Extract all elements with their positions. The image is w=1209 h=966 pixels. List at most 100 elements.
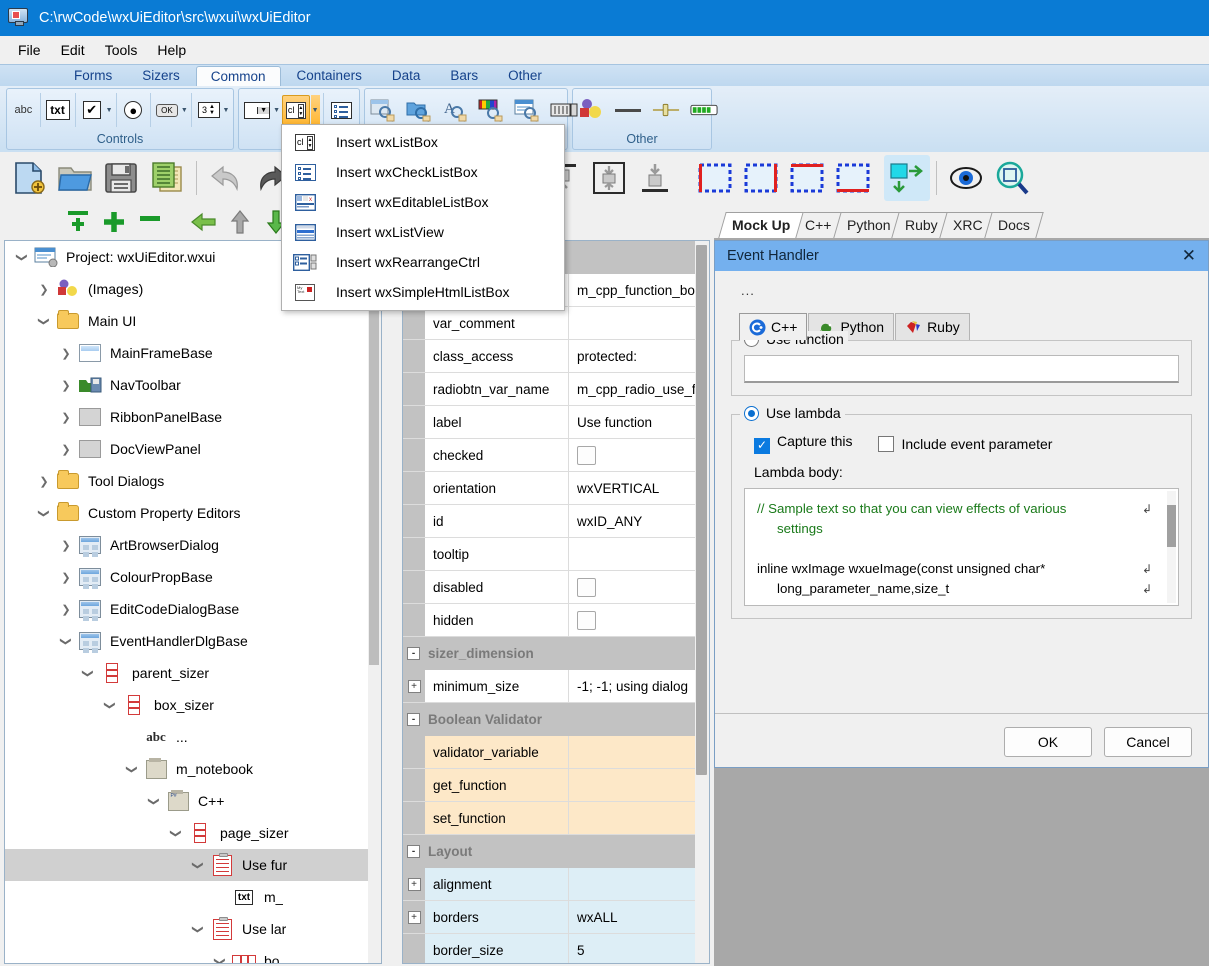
chevron-down-icon[interactable]: ❯ xyxy=(60,630,73,652)
propgrid-property-value[interactable] xyxy=(569,307,709,339)
tree-node[interactable]: ❯ parent_sizer xyxy=(5,657,381,689)
border-right-icon[interactable] xyxy=(738,155,784,201)
tree-node[interactable]: ❯ Use fur xyxy=(5,849,381,881)
shapes-icon[interactable] xyxy=(577,95,605,125)
propgrid-row[interactable]: hidden xyxy=(403,604,709,637)
project-tree[interactable]: ❯ Project: wxUiEditor.wxui ❯ (Images) ❯ Main … xyxy=(4,240,382,964)
code-scroll-thumb[interactable] xyxy=(1167,505,1176,547)
include-event-parameter-checkbox[interactable]: Include event parameter xyxy=(878,435,1052,452)
arrow-left-icon[interactable] xyxy=(186,206,222,238)
expand-icon[interactable]: + xyxy=(407,910,421,924)
static-line-icon[interactable] xyxy=(613,95,643,125)
tree-scrollbar[interactable] xyxy=(368,241,381,963)
chevron-right-icon[interactable]: ❯ xyxy=(55,571,77,584)
chevron-down-icon[interactable]: ❯ xyxy=(214,950,227,963)
menu-item-insert-wxrearrangectrl[interactable]: Insert wxRearrangeCtrl xyxy=(282,247,564,277)
menu-item-insert-wxsimplehtmllistbox[interactable]: My Text Insert wxSimpleHtmlListBox xyxy=(282,277,564,307)
open-folder-icon[interactable] xyxy=(52,155,98,201)
propgrid-property-value[interactable]: m_cpp_radio_use_f xyxy=(569,373,709,405)
chevron-down-icon[interactable]: ❯ xyxy=(104,694,117,716)
picker-dialog-icon[interactable] xyxy=(369,95,397,125)
propgrid-row[interactable]: border_size 5 xyxy=(403,934,709,963)
chevron-down-icon[interactable]: ❯ xyxy=(16,246,29,268)
propgrid-property-value[interactable] xyxy=(569,439,709,471)
chevron-right-icon[interactable]: ❯ xyxy=(55,443,77,456)
cancel-button[interactable]: Cancel xyxy=(1104,726,1192,757)
chevron-down-icon[interactable]: ❯ xyxy=(82,662,95,684)
arrow-up-icon[interactable] xyxy=(222,206,258,238)
ribbon-tab-forms[interactable]: Forms xyxy=(60,66,126,86)
font-picker-icon[interactable]: A xyxy=(441,95,469,125)
propgrid-property-value[interactable]: wxALL xyxy=(569,901,709,933)
collapse-icon[interactable]: - xyxy=(407,647,420,660)
propgrid-property-value[interactable] xyxy=(569,769,709,801)
chevron-right-icon[interactable]: ❯ xyxy=(55,347,77,360)
propgrid-row[interactable]: class_access protected: xyxy=(403,340,709,373)
propgrid-row[interactable]: tooltip xyxy=(403,538,709,571)
new-document-icon[interactable] xyxy=(6,155,52,201)
propgrid-row[interactable]: label Use function xyxy=(403,406,709,439)
menu-edit[interactable]: Edit xyxy=(51,39,95,61)
expand-icon[interactable]: + xyxy=(407,679,421,693)
lambda-body-editor[interactable]: // Sample text so that you can view effe… xyxy=(744,488,1179,606)
tree-node[interactable]: ❯ ColourPropBase xyxy=(5,561,381,593)
tree-node[interactable]: ❯ box_sizer xyxy=(5,689,381,721)
tree-node[interactable]: ❯ EditCodeDialogBase xyxy=(5,593,381,625)
propgrid-row[interactable]: + borders wxALL xyxy=(403,901,709,934)
chevron-right-icon[interactable]: ❯ xyxy=(33,475,55,488)
chevron-down-icon[interactable]: ❯ xyxy=(170,822,183,844)
propgrid-category[interactable]: - sizer_dimension xyxy=(403,637,709,670)
checkbox-icon[interactable]: ✔ xyxy=(79,95,104,125)
border-left-icon[interactable] xyxy=(692,155,738,201)
propgrid-row[interactable]: var_comment xyxy=(403,307,709,340)
collapse-icon[interactable]: - xyxy=(407,713,420,726)
propgrid-row[interactable]: checked xyxy=(403,439,709,472)
chevron-right-icon[interactable]: ❯ xyxy=(55,539,77,552)
button-ok-icon[interactable]: OK xyxy=(155,95,180,125)
property-grid[interactable]: -izerm_cpp_function_bovar_commentclass_a… xyxy=(402,240,710,964)
chevron-down-icon[interactable]: ▼ xyxy=(222,95,230,125)
propgrid-row[interactable]: + alignment xyxy=(403,868,709,901)
menu-item-insert-wxchecklistbox[interactable]: Insert wxCheckListBox xyxy=(282,157,564,187)
text-ctrl-txt-icon[interactable]: txt xyxy=(45,95,71,125)
propgrid-row[interactable]: set_function xyxy=(403,802,709,835)
propgrid-scrollbar[interactable] xyxy=(695,241,709,963)
tree-node[interactable]: ❯ Tool Dialogs xyxy=(5,465,381,497)
ribbon-tab-bars[interactable]: Bars xyxy=(436,66,492,86)
tree-node[interactable]: ❯ P# C++ xyxy=(5,785,381,817)
checkbox-icon[interactable] xyxy=(577,577,596,597)
chevron-down-icon[interactable]: ▼ xyxy=(180,95,188,125)
chevron-right-icon[interactable]: ❯ xyxy=(33,283,55,296)
checkbox-icon[interactable] xyxy=(577,610,596,630)
propgrid-category[interactable]: - Boolean Validator xyxy=(403,703,709,736)
slider-icon[interactable] xyxy=(651,95,681,125)
chevron-down-icon[interactable]: ❯ xyxy=(38,502,51,524)
menu-item-insert-wxlistview[interactable]: Insert wxListView xyxy=(282,217,564,247)
propgrid-row[interactable]: orientation wxVERTICAL xyxy=(403,472,709,505)
chevron-down-icon[interactable]: ❯ xyxy=(192,918,205,940)
chevron-down-icon[interactable]: ❯ xyxy=(192,854,205,876)
lang-tab-cpp[interactable]: C++ xyxy=(739,313,808,340)
plus-icon[interactable] xyxy=(96,206,132,238)
menu-help[interactable]: Help xyxy=(147,39,196,61)
tree-node[interactable]: txt m_ xyxy=(5,881,381,913)
slider-scale-icon[interactable] xyxy=(549,95,579,125)
propgrid-property-value[interactable]: wxVERTICAL xyxy=(569,472,709,504)
border-top-icon[interactable] xyxy=(784,155,830,201)
propgrid-property-value[interactable] xyxy=(569,604,709,636)
propgrid-row[interactable]: validator_variable xyxy=(403,736,709,769)
eye-preview-icon[interactable] xyxy=(943,155,989,201)
menu-file[interactable]: File xyxy=(8,39,51,61)
propgrid-property-value[interactable] xyxy=(569,868,709,900)
tree-node[interactable]: ❯ Custom Property Editors xyxy=(5,497,381,529)
spin-ctrl-icon[interactable]: 3 ▲ ▼ xyxy=(196,95,221,125)
tree-node[interactable]: ❯ Use lar xyxy=(5,913,381,945)
ribbon-tab-containers[interactable]: Containers xyxy=(283,66,376,86)
chevron-down-icon[interactable]: ▼ xyxy=(272,95,281,125)
ribbon-tab-other[interactable]: Other xyxy=(494,66,556,86)
propgrid-property-value[interactable] xyxy=(569,802,709,834)
lang-tab-ruby[interactable]: Ruby xyxy=(895,313,970,340)
copy-pages-icon[interactable] xyxy=(144,155,190,201)
file-picker-icon[interactable] xyxy=(513,95,541,125)
propgrid-property-value[interactable]: m_cpp_function_bo xyxy=(569,274,709,306)
